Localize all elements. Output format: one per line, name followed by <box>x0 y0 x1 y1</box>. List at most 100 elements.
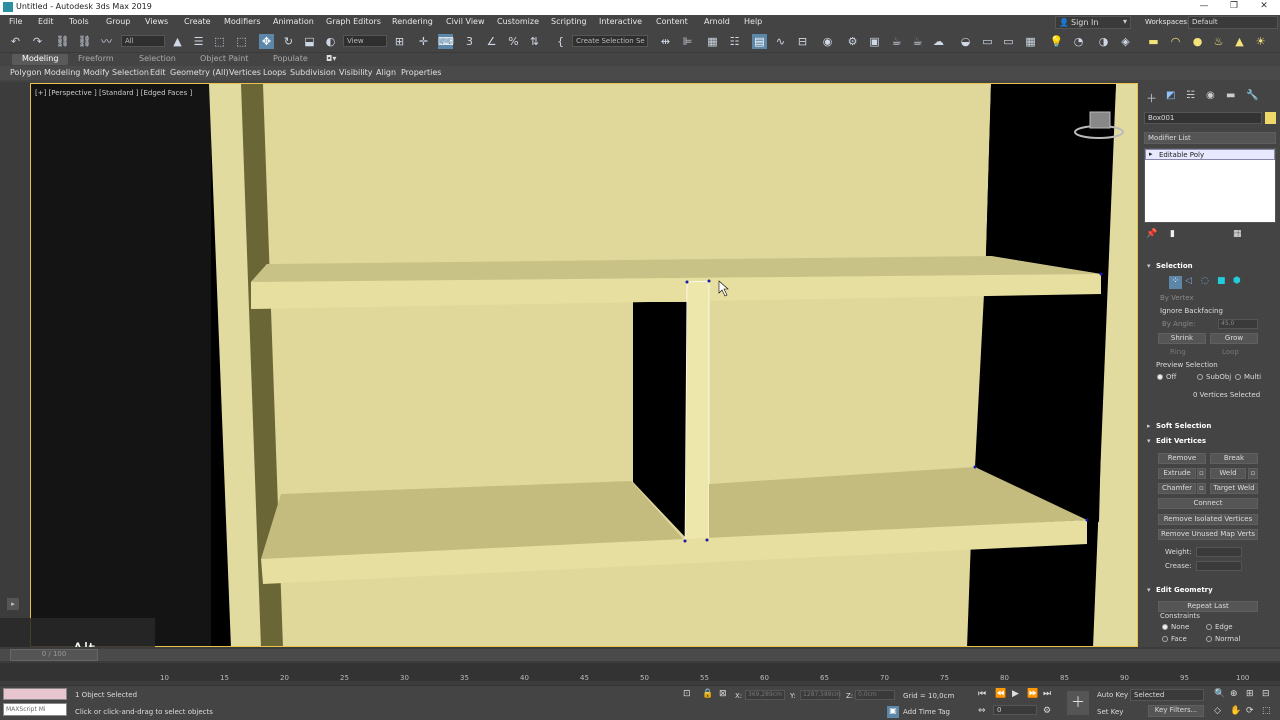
vertex[interactable] <box>1099 272 1103 276</box>
menu-animation[interactable]: Animation <box>273 17 314 26</box>
vertex[interactable] <box>1085 518 1089 522</box>
zoom-extents-all-icon[interactable]: ⊟ <box>1262 689 1270 699</box>
arnold-volume-icon[interactable]: ◑ <box>1096 34 1111 49</box>
chamfer-settings-icon[interactable]: ▫ <box>1197 483 1206 494</box>
x-coordinate-field[interactable]: 369,289cm <box>745 690 785 700</box>
add-time-tag-button[interactable]: Add Time Tag <box>903 708 950 716</box>
link-icon[interactable]: ⛓ <box>55 34 70 49</box>
vertex[interactable] <box>685 280 689 284</box>
object-name-field[interactable]: Box001 <box>1144 112 1262 124</box>
constraint-normal-radio[interactable]: Normal <box>1206 635 1240 643</box>
create-tab-icon[interactable]: ＋ <box>1146 90 1157 106</box>
ribbon-options-icon[interactable]: ◘▾ <box>326 54 336 63</box>
time-tag-icon[interactable]: ▣ <box>887 706 899 718</box>
by-angle-checkbox[interactable]: By Angle: <box>1162 320 1195 328</box>
ring-button[interactable]: Ring <box>1170 348 1186 356</box>
ignore-backfacing-checkbox[interactable]: Ignore Backfacing <box>1160 307 1223 315</box>
menu-create[interactable]: Create <box>184 17 211 26</box>
time-slider-track[interactable] <box>0 649 1280 661</box>
panel-loops[interactable]: Loops <box>263 68 286 77</box>
angle-snap-icon[interactable]: ∠ <box>484 34 499 49</box>
menu-civil-view[interactable]: Civil View <box>446 17 485 26</box>
preview-multi-radio[interactable]: Multi <box>1235 373 1261 381</box>
vertex[interactable] <box>683 539 687 543</box>
weight-spinner[interactable] <box>1196 547 1242 557</box>
photometric-light-icon[interactable]: ♨ <box>1211 34 1226 49</box>
skydome-light-icon[interactable]: ◠ <box>1168 34 1183 49</box>
collapse-icon[interactable]: ▾ <box>1147 262 1151 270</box>
place-icon[interactable]: ◐ <box>323 34 338 49</box>
menu-file[interactable]: File <box>9 17 22 26</box>
panel-visibility[interactable]: Visibility <box>339 68 373 77</box>
connect-button[interactable]: Connect <box>1158 498 1258 509</box>
time-slider[interactable]: 0 / 100 <box>10 649 98 661</box>
go-to-start-icon[interactable]: ⏮ <box>978 689 986 699</box>
constraint-edge-radio[interactable]: Edge <box>1206 623 1233 631</box>
menu-modifiers[interactable]: Modifiers <box>224 17 261 26</box>
arnold-light-icon[interactable]: ◔ <box>1071 34 1086 49</box>
curve-editor-icon[interactable]: ∿ <box>773 34 788 49</box>
arnold-view-icon[interactable]: ▭ <box>980 34 995 49</box>
material-editor-icon[interactable]: ◉ <box>820 34 835 49</box>
named-selection-dropdown[interactable]: Create Selection Se <box>572 35 648 47</box>
pin-stack-icon[interactable]: 📌 <box>1146 229 1157 239</box>
current-frame-field[interactable]: 0 <box>993 705 1037 715</box>
redo-icon[interactable]: ↷ <box>30 34 45 49</box>
soft-selection-rollout-header[interactable]: Soft Selection <box>1156 422 1211 430</box>
reference-coord-dropdown[interactable]: View <box>343 35 387 47</box>
constraint-face-radio[interactable]: Face <box>1162 635 1187 643</box>
extrude-button[interactable]: Extrude <box>1158 468 1196 479</box>
render-iterative-icon[interactable]: ☕ <box>910 34 925 49</box>
select-move-icon[interactable]: ✥ <box>259 34 274 49</box>
vertex[interactable] <box>973 465 977 469</box>
set-key-button[interactable]: Set Key <box>1097 708 1123 716</box>
repeat-last-button[interactable]: Repeat Last <box>1158 601 1258 612</box>
menu-customize[interactable]: Customize <box>497 17 539 26</box>
selection-lock-icon[interactable]: 🔒 <box>702 689 713 699</box>
hierarchy-tab-icon[interactable]: ☵ <box>1186 90 1195 101</box>
render-production-icon[interactable]: ☕ <box>889 34 904 49</box>
maxscript-mini-listener[interactable]: MAXScript Mi <box>3 703 67 716</box>
spot-light-icon[interactable]: ▲ <box>1232 34 1247 49</box>
tab-selection[interactable]: Selection <box>139 54 176 63</box>
weld-button[interactable]: Weld <box>1210 468 1246 479</box>
pan-icon[interactable]: ✋ <box>1230 706 1241 716</box>
menu-edit[interactable]: Edit <box>38 17 54 26</box>
menu-content[interactable]: Content <box>656 17 688 26</box>
render-in-cloud-icon[interactable]: ☁ <box>931 34 946 49</box>
time-configuration-icon[interactable]: ⚙ <box>1043 706 1051 716</box>
play-icon[interactable]: ▶ <box>1012 689 1019 699</box>
panel-polygon-modeling[interactable]: Polygon Modeling <box>10 68 80 77</box>
edit-vertices-rollout-header[interactable]: Edit Vertices <box>1156 437 1206 445</box>
sign-in-dropdown[interactable]: 👤 Sign In ▾ <box>1055 16 1131 29</box>
remove-button[interactable]: Remove <box>1158 453 1206 464</box>
constraint-none-radio[interactable]: None <box>1162 623 1189 631</box>
by-angle-spinner[interactable]: 45,0 <box>1218 319 1258 329</box>
keyboard-shortcut-override-icon[interactable]: ⌨ <box>438 34 454 49</box>
panel-properties[interactable]: Properties <box>401 68 441 77</box>
panel-modify-selection[interactable]: Modify Selection <box>83 68 149 77</box>
percent-snap-icon[interactable]: % <box>506 34 521 49</box>
chamfer-button[interactable]: Chamfer <box>1158 483 1196 494</box>
vertex-mode-icon[interactable]: ⁘ <box>1169 276 1182 289</box>
collapse-icon[interactable]: ▾ <box>1147 437 1151 445</box>
expand-arrow-icon[interactable]: ▸ <box>1149 150 1153 158</box>
menu-arnold[interactable]: Arnold <box>704 17 730 26</box>
rendered-frame-icon[interactable]: ▣ <box>867 34 882 49</box>
expand-layout-icon[interactable]: ▸ <box>7 598 19 610</box>
edge-mode-icon[interactable]: ◁ <box>1185 276 1192 286</box>
grow-button[interactable]: Grow <box>1210 333 1258 344</box>
selection-rollout-header[interactable]: Selection <box>1156 262 1193 270</box>
border-mode-icon[interactable]: ◌ <box>1201 276 1209 286</box>
manipulate-icon[interactable]: ✛ <box>416 34 431 49</box>
arnold-ipr-icon[interactable]: ▭ <box>1001 34 1016 49</box>
rect-selection-icon[interactable]: ⬚ <box>212 34 227 49</box>
extrude-settings-icon[interactable]: ▫ <box>1197 468 1206 479</box>
light-lister-icon[interactable]: 💡 <box>1049 34 1064 49</box>
select-scale-icon[interactable]: ⬓ <box>302 34 317 49</box>
viewport-label-menu[interactable]: [+] [Perspective ] [Standard ] [Edged Fa… <box>35 89 192 97</box>
maximize-viewport-icon[interactable]: ⬚ <box>1262 706 1271 716</box>
field-of-view-icon[interactable]: ◇ <box>1214 706 1221 716</box>
mesh-light-icon[interactable]: ● <box>1190 34 1205 49</box>
arnold-materials-icon[interactable]: ▦ <box>1023 34 1038 49</box>
